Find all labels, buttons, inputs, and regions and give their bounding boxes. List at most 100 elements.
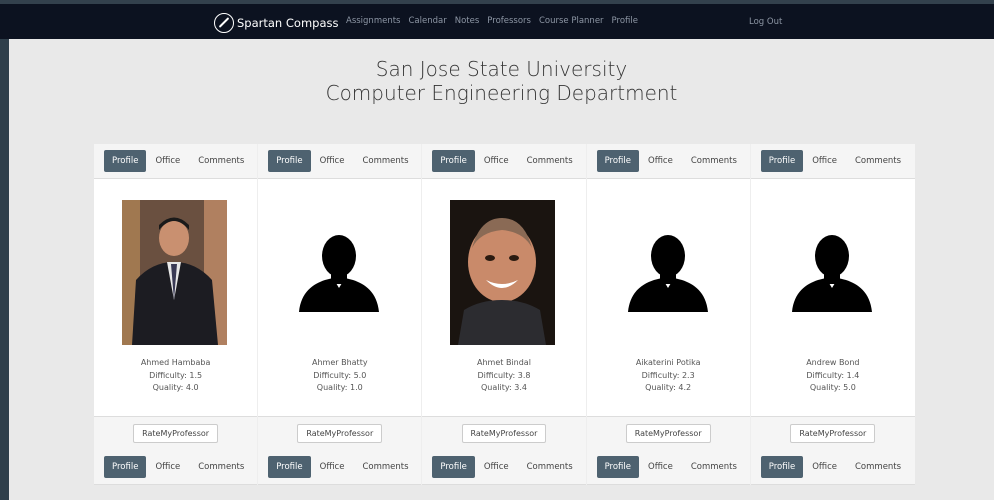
professor-photo-icon	[450, 200, 556, 345]
silhouette-icon	[791, 235, 872, 312]
tab-profile[interactable]: Profile	[432, 456, 475, 478]
tab-office[interactable]: Office	[639, 151, 682, 171]
professor-name: Ahmer Bhatty	[312, 358, 368, 367]
card-body: Ahmer Bhatty Difficulty: 5.0 Quality: 1.…	[258, 179, 421, 416]
nav-profile[interactable]: Profile	[612, 16, 638, 26]
tab-profile[interactable]: Profile	[268, 456, 311, 478]
tab-office[interactable]: Office	[803, 151, 846, 171]
professor-name: Aikaterini Potika	[635, 358, 701, 367]
ratemyprofessor-button[interactable]: RateMyProfessor	[790, 424, 876, 443]
card-tabs: Profile Office Comments	[422, 450, 586, 485]
card-tabs: Profile Office Comments	[422, 144, 586, 179]
professor-card: Profile Office Comments	[586, 450, 751, 485]
tab-profile[interactable]: Profile	[432, 150, 475, 172]
tab-comments[interactable]: Comments	[353, 457, 417, 477]
card-footer: RateMyProfessor	[422, 416, 586, 450]
card-tabs: Profile Office Comments	[258, 450, 422, 485]
nav-course-planner[interactable]: Course Planner	[539, 16, 604, 26]
professor-name: Andrew Bond	[806, 358, 860, 367]
top-navbar: Spartan Compass Assignments Calendar Not…	[0, 0, 994, 39]
brand-name: Spartan Compass	[237, 16, 339, 30]
nav-links: Assignments Calendar Notes Professors Co…	[346, 16, 638, 26]
card-tabs: Profile Office Comments	[258, 144, 422, 179]
nav-notes[interactable]: Notes	[455, 16, 480, 26]
card-body: Andrew Bond Difficulty: 1.4 Quality: 5.0	[751, 179, 915, 416]
silhouette-icon	[627, 235, 708, 312]
tab-office[interactable]: Office	[146, 151, 189, 171]
tab-profile[interactable]: Profile	[596, 150, 639, 172]
professor-difficulty: Difficulty: 1.4	[806, 370, 860, 380]
tab-office[interactable]: Office	[475, 457, 518, 477]
professor-difficulty: Difficulty: 2.3	[641, 370, 695, 380]
tab-comments[interactable]: Comments	[518, 457, 582, 477]
tab-office[interactable]: Office	[311, 151, 354, 171]
professor-card: Profile Office Comments	[258, 450, 423, 485]
silhouette-icon	[299, 235, 380, 312]
professor-info: Ahmer Bhatty Difficulty: 5.0 Quality: 1.…	[258, 357, 421, 395]
tab-comments[interactable]: Comments	[518, 151, 582, 171]
tab-office[interactable]: Office	[639, 457, 682, 477]
tab-office[interactable]: Office	[803, 457, 846, 477]
card-body: Ahmet Bindal Difficulty: 3.8 Quality: 3.…	[422, 179, 585, 416]
tab-comments[interactable]: Comments	[682, 457, 746, 477]
card-body: Ahmed Hambaba Difficulty: 1.5 Quality: 4…	[94, 179, 257, 416]
professor-difficulty: Difficulty: 5.0	[313, 370, 367, 380]
professor-card: Profile Office Comments Ahmed Hambaba Di…	[94, 144, 259, 450]
card-tabs: Profile Office Comments	[586, 144, 750, 179]
logout-link[interactable]: Log Out	[749, 17, 782, 27]
card-tabs: Profile Office Comments	[750, 144, 915, 179]
tab-comments[interactable]: Comments	[189, 457, 253, 477]
card-footer: RateMyProfessor	[750, 416, 915, 450]
tab-comments[interactable]: Comments	[189, 151, 253, 171]
professor-card: Profile Office Comments	[422, 450, 587, 485]
tab-profile[interactable]: Profile	[596, 456, 639, 478]
card-footer: RateMyProfessor	[586, 416, 750, 450]
tab-profile[interactable]: Profile	[104, 150, 147, 172]
tab-comments[interactable]: Comments	[353, 151, 417, 171]
professor-info: Andrew Bond Difficulty: 1.4 Quality: 5.0	[751, 357, 915, 395]
card-tabs: Profile Office Comments	[750, 450, 915, 485]
professor-card: Profile Office Comments	[94, 450, 259, 485]
professor-quality: Quality: 4.2	[645, 383, 692, 392]
ratemyprofessor-button[interactable]: RateMyProfessor	[297, 424, 383, 443]
card-tabs: Profile Office Comments	[94, 450, 258, 485]
compass-logo-icon	[214, 13, 234, 33]
ratemyprofessor-button[interactable]: RateMyProfessor	[625, 424, 711, 443]
professor-cards-row: Profile Office Comments Profile Office C…	[94, 450, 915, 485]
tab-profile[interactable]: Profile	[760, 456, 804, 478]
nav-calendar[interactable]: Calendar	[408, 16, 446, 26]
professor-photo-icon	[122, 200, 227, 345]
tab-comments[interactable]: Comments	[846, 457, 910, 477]
professor-card: Profile Office Comments Ahmet Bindal Dif…	[422, 144, 587, 450]
tab-comments[interactable]: Comments	[846, 151, 910, 171]
tab-profile[interactable]: Profile	[760, 150, 804, 172]
ratemyprofessor-button[interactable]: RateMyProfessor	[461, 424, 547, 443]
professor-quality: Quality: 4.0	[152, 383, 199, 392]
card-footer: RateMyProfessor	[258, 416, 422, 450]
tab-comments[interactable]: Comments	[682, 151, 746, 171]
card-footer: RateMyProfessor	[94, 416, 258, 450]
department-name: Computer Engineering Department	[325, 81, 678, 105]
nav-professors[interactable]: Professors	[487, 16, 531, 26]
professor-card: Profile Office Comments	[750, 450, 915, 485]
tab-profile[interactable]: Profile	[104, 456, 147, 478]
card-body: Aikaterini Potika Difficulty: 2.3 Qualit…	[587, 179, 750, 416]
professor-card: Profile Office Comments Ahmer Bhatty Dif…	[258, 144, 423, 450]
main-content: San Jose State University Computer Engin…	[9, 39, 994, 500]
ratemyprofessor-button[interactable]: RateMyProfessor	[133, 424, 219, 443]
brand-link[interactable]: Spartan Compass	[214, 11, 338, 35]
tab-profile[interactable]: Profile	[268, 150, 311, 172]
tab-office[interactable]: Office	[146, 457, 189, 477]
professor-card: Profile Office Comments Andrew Bond Diff…	[750, 144, 915, 450]
professor-info: Ahmed Hambaba Difficulty: 1.5 Quality: 4…	[94, 357, 257, 395]
professor-difficulty: Difficulty: 3.8	[477, 370, 531, 380]
tab-office[interactable]: Office	[475, 151, 518, 171]
professor-cards-row: Profile Office Comments Ahmed Hambaba Di…	[94, 144, 915, 450]
card-tabs: Profile Office Comments	[586, 450, 750, 485]
professor-info: Aikaterini Potika Difficulty: 2.3 Qualit…	[587, 357, 750, 395]
professor-difficulty: Difficulty: 1.5	[149, 370, 203, 380]
nav-assignments[interactable]: Assignments	[346, 16, 400, 26]
tab-office[interactable]: Office	[311, 457, 354, 477]
card-tabs: Profile Office Comments	[94, 144, 258, 179]
professor-name: Ahmet Bindal	[477, 358, 531, 367]
